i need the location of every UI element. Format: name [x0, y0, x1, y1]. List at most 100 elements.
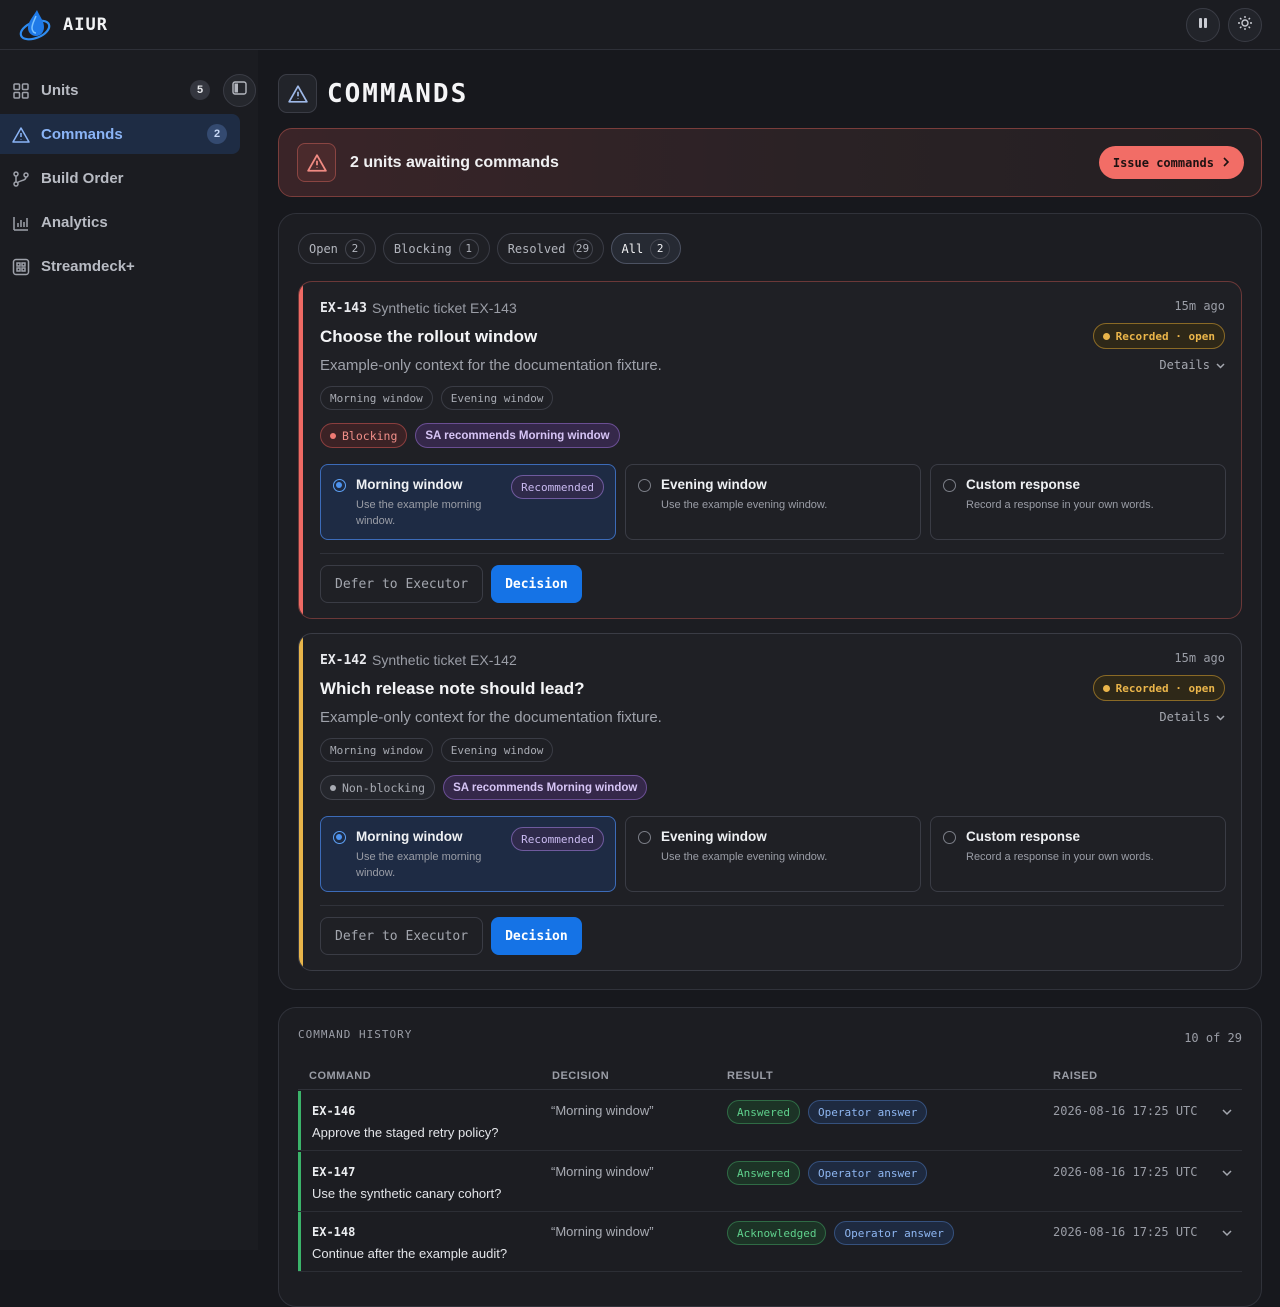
- option-evening-window[interactable]: Evening window Use the example evening w…: [625, 816, 921, 892]
- filter-count: 29: [572, 238, 593, 259]
- chevron-down-icon[interactable]: [1222, 1103, 1232, 1121]
- filter-resolved[interactable]: Resolved 29: [496, 233, 604, 264]
- sidebar-item-label: Commands: [41, 125, 123, 143]
- source-badge: Operator answer: [807, 1100, 928, 1124]
- banner-text: 2 units awaiting commands: [350, 153, 559, 171]
- filter-blocking[interactable]: Blocking 1: [382, 233, 490, 264]
- radio-button[interactable]: [638, 831, 651, 844]
- status-stripe: [298, 1152, 301, 1211]
- command-id: EX-147: [312, 1165, 356, 1179]
- decision-text: “Morning window”: [551, 1103, 654, 1118]
- filter-label: Open: [309, 241, 338, 256]
- history-count: 10 of 29: [1184, 1031, 1242, 1045]
- commands-panel: Open 2 Blocking 1 Resolved 29 All 2 EX-143 S…: [278, 213, 1262, 990]
- source-badge: Operator answer: [807, 1161, 928, 1185]
- filter-label: Resolved: [507, 241, 566, 256]
- sidebar-item-streamdeck[interactable]: Streamdeck+: [0, 246, 240, 286]
- command-id: EX-146: [312, 1104, 356, 1118]
- recommended-badge: Recommended: [511, 827, 604, 851]
- bar-chart-icon: [12, 214, 30, 232]
- divider: [320, 553, 1224, 554]
- theme-toggle-button[interactable]: [1228, 8, 1262, 42]
- command-title: Continue after the example audit?: [312, 1246, 508, 1261]
- option-morning-window[interactable]: Morning window Use the example morning w…: [320, 816, 616, 892]
- recommended-badge: Recommended: [511, 475, 604, 499]
- defer-to-executor-button[interactable]: Defer to Executor: [320, 917, 484, 955]
- decision-button[interactable]: Decision: [491, 565, 582, 603]
- radio-button[interactable]: [943, 831, 956, 844]
- option-description: Use the example evening window.: [661, 851, 828, 863]
- option-tag: Evening window: [440, 738, 554, 762]
- details-label: Details: [1159, 358, 1210, 372]
- option-custom-response[interactable]: Custom response Record a response in you…: [930, 464, 1226, 540]
- details-toggle[interactable]: Details: [1159, 710, 1225, 724]
- priority-text: Non-blocking: [342, 780, 426, 795]
- command-id: EX-148: [312, 1225, 356, 1239]
- table-row[interactable]: EX-146 Approve the staged retry policy? …: [298, 1091, 1242, 1151]
- sidebar-item-label: Analytics: [41, 213, 108, 231]
- priority-stripe: [299, 282, 303, 618]
- sidebar-item-label: Units: [41, 81, 79, 99]
- chevron-down-icon[interactable]: [1222, 1224, 1232, 1242]
- keypad-icon: [12, 258, 30, 276]
- raised-timestamp: 2026-08-16 17:25 UTC: [1053, 1225, 1198, 1239]
- sidebar: Units 5 Commands 2 Build Order Analytics…: [0, 50, 258, 1250]
- option-title: Custom response: [966, 829, 1081, 844]
- option-title: Custom response: [966, 477, 1081, 492]
- command-title: Use the synthetic canary cohort?: [312, 1186, 502, 1201]
- sidebar-item-units[interactable]: Units 5: [0, 70, 240, 110]
- radio-button[interactable]: [333, 831, 346, 844]
- sidebar-item-analytics[interactable]: Analytics: [0, 202, 240, 242]
- details-toggle[interactable]: Details: [1159, 358, 1225, 372]
- issue-commands-button[interactable]: Issue commands: [1098, 146, 1244, 179]
- option-morning-window[interactable]: Morning window Use the example morning w…: [320, 464, 616, 540]
- option-title: Evening window: [661, 829, 767, 844]
- divider: [320, 905, 1224, 906]
- decision-button[interactable]: Decision: [491, 917, 582, 955]
- chevron-down-icon[interactable]: [1222, 1164, 1232, 1182]
- ticket-context: Example-only context for the documentati…: [320, 709, 662, 726]
- option-title: Morning window: [356, 829, 463, 844]
- option-description: Record a response in your own words.: [966, 851, 1154, 863]
- option-tag: Morning window: [320, 738, 433, 762]
- radio-button[interactable]: [943, 479, 956, 492]
- page-title: COMMANDS: [327, 78, 469, 109]
- ticket-title: Choose the rollout window: [320, 327, 538, 346]
- top-bar: AIUR: [0, 0, 1280, 50]
- status-badge: Recorded · open: [1092, 675, 1225, 701]
- status-stripe: [298, 1212, 301, 1271]
- radio-button[interactable]: [638, 479, 651, 492]
- option-custom-response[interactable]: Custom response Record a response in you…: [930, 816, 1226, 892]
- table-row[interactable]: EX-147 Use the synthetic canary cohort? …: [298, 1152, 1242, 1212]
- button-label: Issue commands: [1112, 155, 1214, 170]
- ticket-card: EX-143 Synthetic ticket EX-143 15m ago C…: [298, 281, 1242, 619]
- table-row[interactable]: EX-148 Continue after the example audit?…: [298, 1212, 1242, 1272]
- app-logo[interactable]: AIUR: [18, 8, 108, 42]
- count-badge: 5: [190, 80, 210, 100]
- radio-button[interactable]: [333, 479, 346, 492]
- sidebar-item-build-order[interactable]: Build Order: [0, 158, 240, 198]
- pause-button[interactable]: [1186, 8, 1220, 42]
- collapse-sidebar-button[interactable]: [223, 74, 256, 107]
- filter-open[interactable]: Open 2: [298, 233, 376, 264]
- option-evening-window[interactable]: Evening window Use the example evening w…: [625, 464, 921, 540]
- filter-count: 2: [344, 238, 365, 259]
- ticket-age: 15m ago: [1174, 651, 1225, 665]
- recommendation-badge: SA recommends Morning window: [415, 423, 620, 448]
- option-tag: Evening window: [440, 386, 554, 410]
- status-stripe: [298, 1091, 301, 1150]
- filter-all[interactable]: All 2: [610, 233, 682, 264]
- command-history-panel: COMMAND HISTORY 10 of 29 COMMAND DECISIO…: [278, 1007, 1262, 1307]
- ticket-subtitle: Synthetic ticket EX-142: [372, 652, 517, 668]
- sidebar-panel-icon: [232, 81, 247, 100]
- sidebar-item-label: Streamdeck+: [41, 257, 135, 275]
- result-badge: Acknowledged: [727, 1221, 827, 1245]
- defer-to-executor-button[interactable]: Defer to Executor: [320, 565, 484, 603]
- chevron-down-icon: [1216, 710, 1225, 724]
- option-title: Evening window: [661, 477, 767, 492]
- filter-count: 1: [458, 238, 479, 259]
- grid-icon: [12, 82, 30, 100]
- app-name: AIUR: [63, 14, 108, 35]
- command-title: Approve the staged retry policy?: [312, 1125, 499, 1140]
- sidebar-item-commands[interactable]: Commands 2: [0, 114, 240, 154]
